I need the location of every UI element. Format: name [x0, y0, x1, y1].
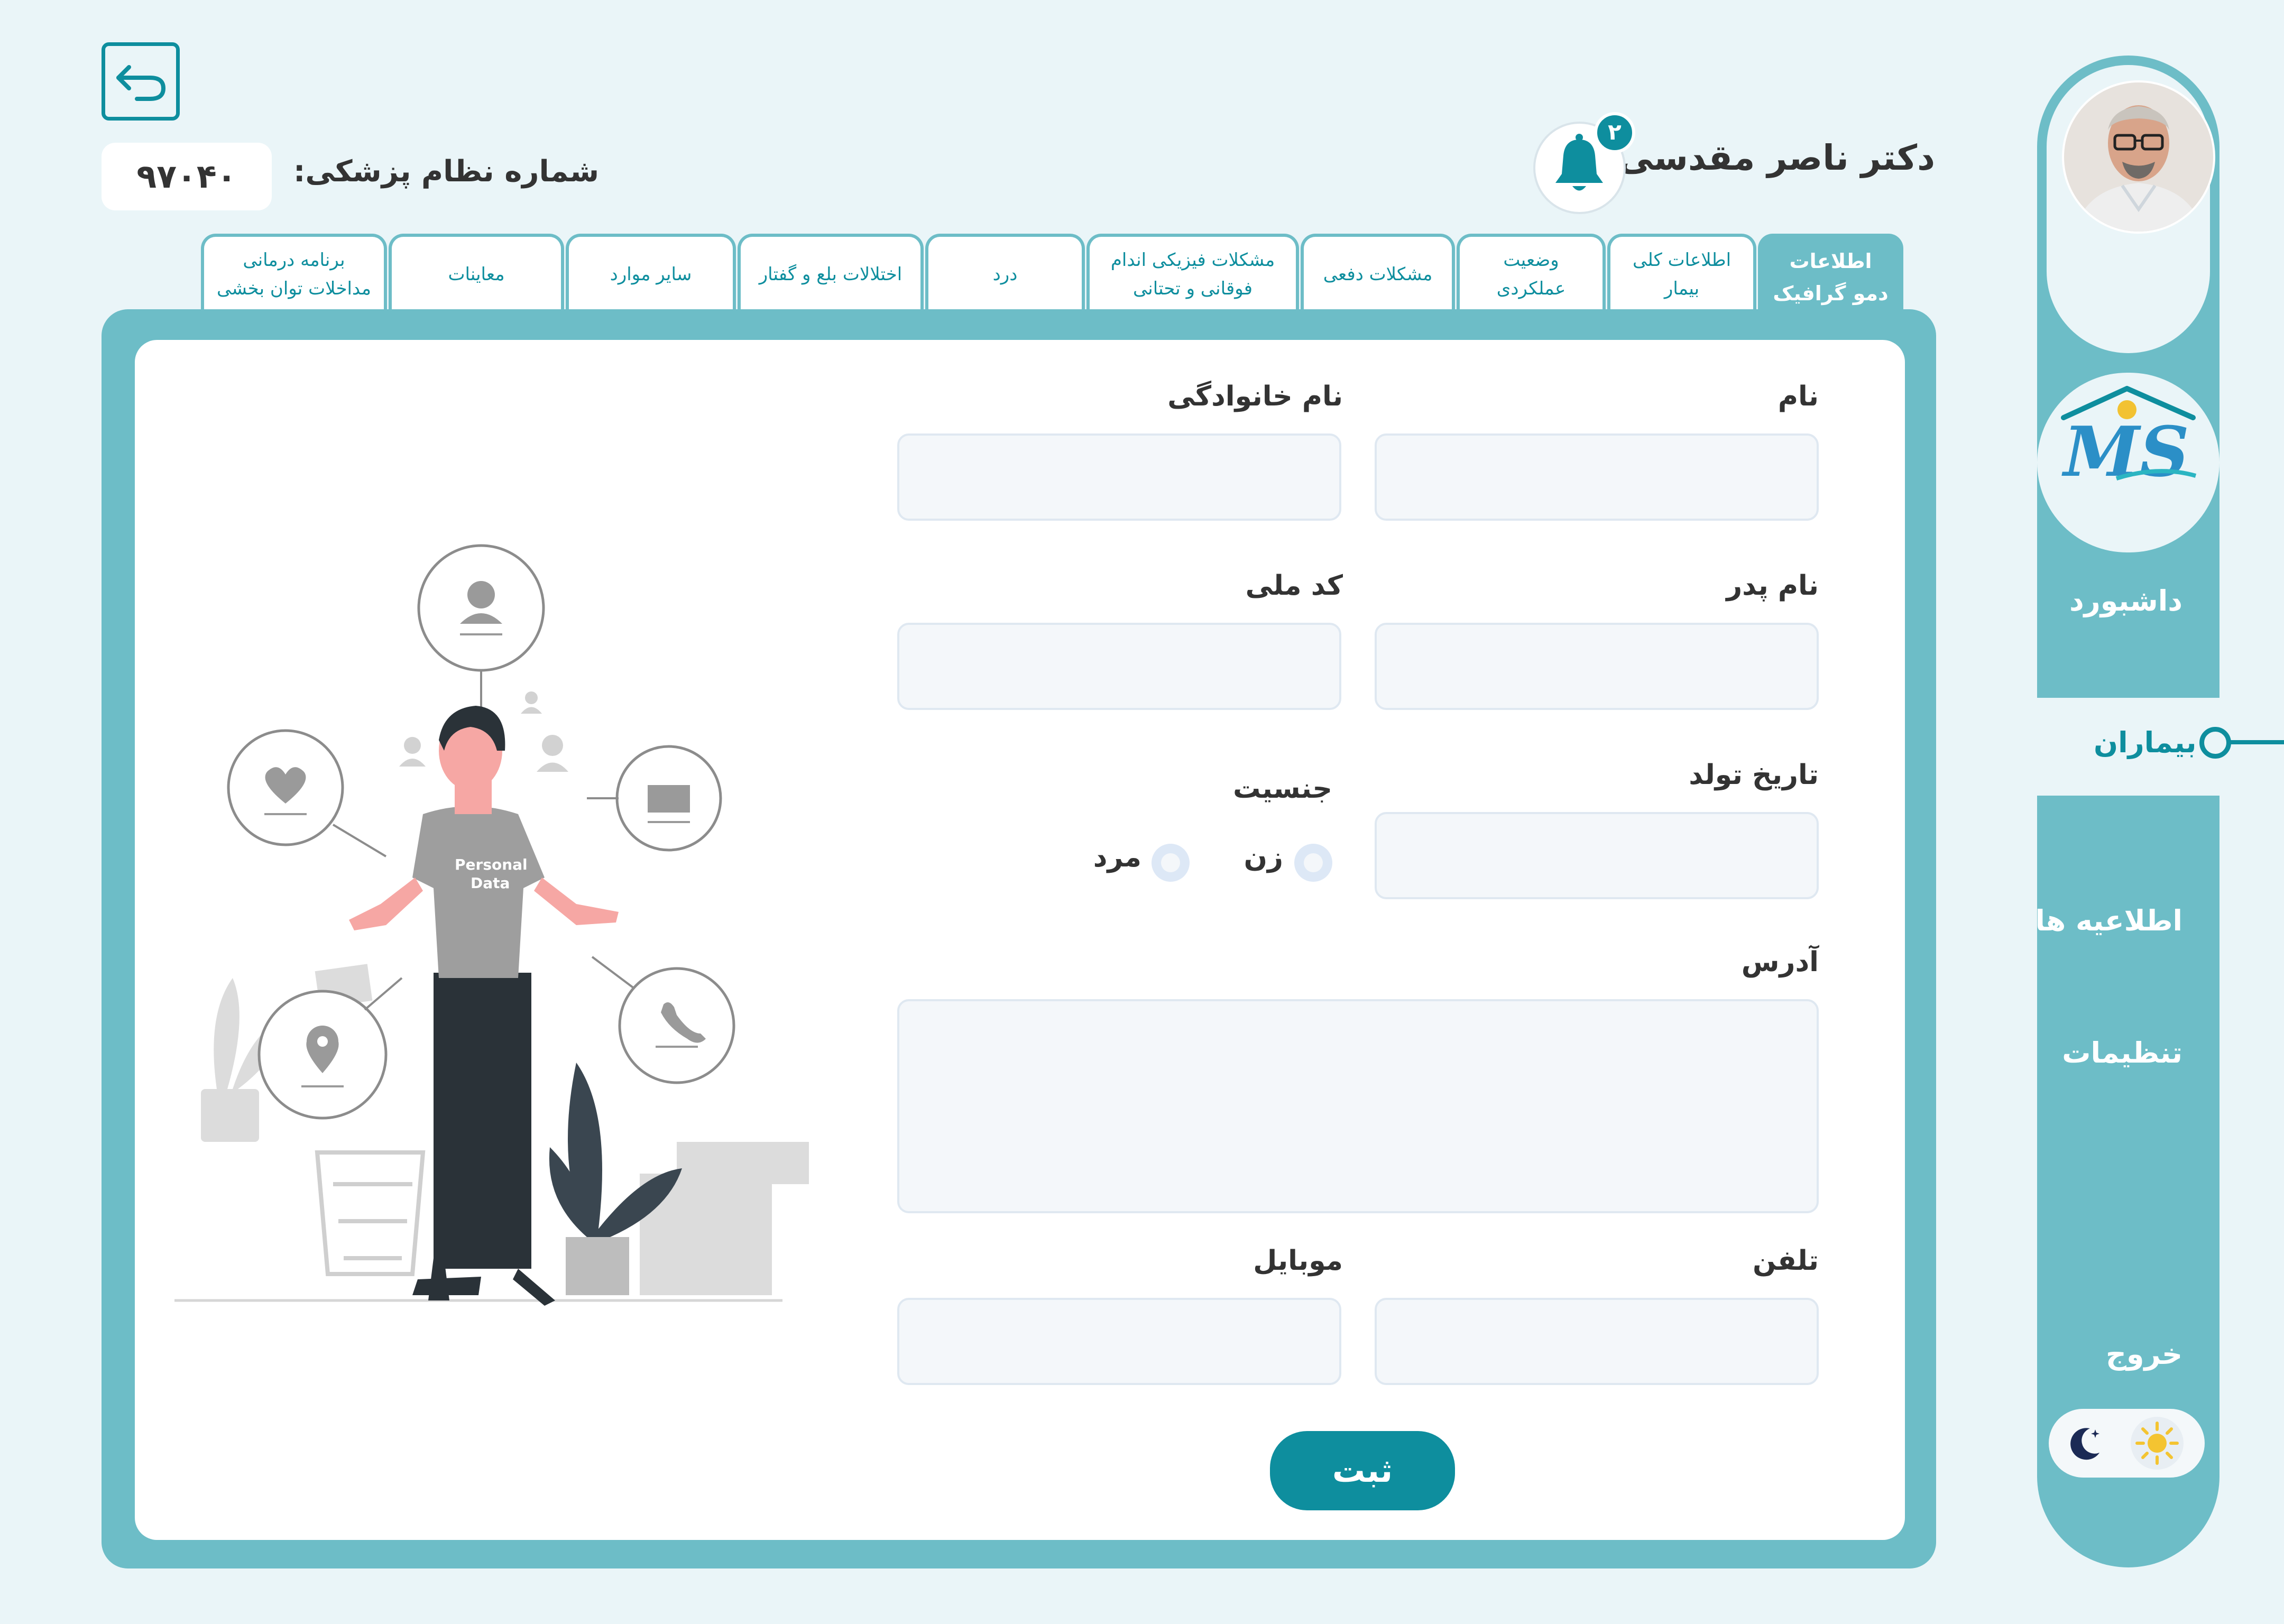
personal-data-illustration: Personal Data	[174, 539, 819, 1318]
license-label: شماره نظام پزشکی:	[293, 154, 600, 189]
gender-male-radio[interactable]	[1152, 844, 1190, 882]
back-button[interactable]	[102, 42, 180, 121]
shirt-text-line2: Data	[471, 874, 510, 892]
birth-date-label: تاریخ تولد	[1689, 759, 1819, 791]
tab-demographic[interactable]: اطلاعات دمو گرافیک	[1758, 234, 1903, 318]
first-name-field[interactable]	[1375, 433, 1819, 521]
tab-label: سایر موارد	[610, 263, 692, 285]
profile-area	[2047, 65, 2215, 353]
mobile-label: موبایل	[1253, 1245, 1343, 1277]
tab-label: درد	[992, 263, 1018, 285]
national-code-label: کد ملی	[1245, 570, 1343, 602]
license-number: ۹۷۰۴۰	[102, 143, 272, 210]
last-name-label: نام خانوادگی	[1167, 381, 1343, 412]
sidebar-item-patients[interactable]: بیماران	[2094, 726, 2196, 759]
tab-label: برنامه درمانی	[243, 249, 345, 271]
tab-label: دمو گرافیک	[1773, 282, 1889, 305]
father-name-label: نام پدر	[1726, 570, 1819, 602]
gender-female-label: زن	[1244, 842, 1283, 873]
tab-label: اطلاعات	[1789, 250, 1872, 273]
tab-plan[interactable]: برنامه درمانی مداخلات توان بخشی	[201, 234, 387, 312]
active-indicator-line	[2230, 740, 2284, 744]
sun-icon[interactable]	[2131, 1417, 2184, 1470]
last-name-field[interactable]	[897, 433, 1341, 521]
sidebar-item-notices[interactable]: اطلاعیه ها	[2035, 904, 2182, 937]
svg-text:MS: MS	[2061, 411, 2189, 492]
tab-label: عملکردی	[1496, 278, 1566, 299]
tab-label: مشکلات فیزیکی اندام	[1110, 249, 1275, 271]
tab-label: اختلالات بلع و گفتار	[759, 263, 902, 285]
sidebar-item-logout[interactable]: خروج	[2106, 1337, 2182, 1371]
gender-male-label: مرد	[1093, 842, 1141, 873]
tab-limbs[interactable]: مشکلات فیزیکی اندام فوقانی و تحتانی	[1086, 234, 1299, 312]
tab-other[interactable]: سایر موارد	[566, 234, 736, 312]
back-arrow-icon	[116, 65, 166, 101]
address-field[interactable]	[897, 999, 1819, 1213]
address-label: آدرس	[1741, 946, 1819, 978]
sidebar: MS داشبورد اطلاعیه ها تنظیمات خروج	[2035, 56, 2219, 1567]
logo-area: MS	[2037, 373, 2219, 552]
notification-badge: ۲	[1594, 112, 1635, 153]
gender-label: جنسیت	[1233, 773, 1332, 805]
avatar[interactable]	[2062, 80, 2215, 234]
tab-label: مشکلات دفعی	[1323, 263, 1433, 285]
first-name-label: نام	[1778, 381, 1819, 412]
theme-toggle[interactable]	[2049, 1409, 2205, 1478]
tab-label: اطلاعات کلی	[1632, 249, 1732, 271]
tab-pain[interactable]: درد	[925, 234, 1085, 312]
sidebar-item-dashboard[interactable]: داشبورد	[2069, 584, 2182, 617]
father-name-field[interactable]	[1375, 623, 1819, 710]
submit-button[interactable]: ثبت	[1270, 1431, 1455, 1510]
tab-exams[interactable]: معاینات	[389, 234, 564, 312]
tab-general[interactable]: اطلاعات کلی بیمار	[1607, 234, 1756, 312]
shirt-text-line1: Personal	[455, 856, 528, 873]
doctor-name: دکتر ناصر مقدسی	[1618, 137, 1935, 178]
tab-swallow[interactable]: اختلالات بلع و گفتار	[738, 234, 924, 312]
birth-date-field[interactable]	[1375, 812, 1819, 899]
active-indicator-icon	[2199, 727, 2231, 759]
tab-label: فوقانی و تحتانی	[1132, 278, 1253, 299]
phone-field[interactable]	[1375, 1298, 1819, 1385]
tab-label: وضعیت	[1503, 249, 1559, 271]
tab-label: معاینات	[448, 263, 505, 285]
gender-female-radio[interactable]	[1294, 844, 1332, 882]
tab-bowel[interactable]: مشکلات دفعی	[1301, 234, 1455, 312]
ms-logo: MS	[2053, 385, 2204, 494]
tab-label: بیمار	[1664, 278, 1700, 299]
moon-icon[interactable]	[2064, 1422, 2106, 1464]
tab-functional[interactable]: وضعیت عملکردی	[1457, 234, 1606, 312]
phone-label: تلفن	[1753, 1245, 1819, 1277]
tab-label: مداخلات توان بخشی	[217, 278, 371, 299]
sidebar-item-settings[interactable]: تنظیمات	[2062, 1036, 2182, 1069]
national-code-field[interactable]	[897, 623, 1341, 710]
mobile-field[interactable]	[897, 1298, 1341, 1385]
